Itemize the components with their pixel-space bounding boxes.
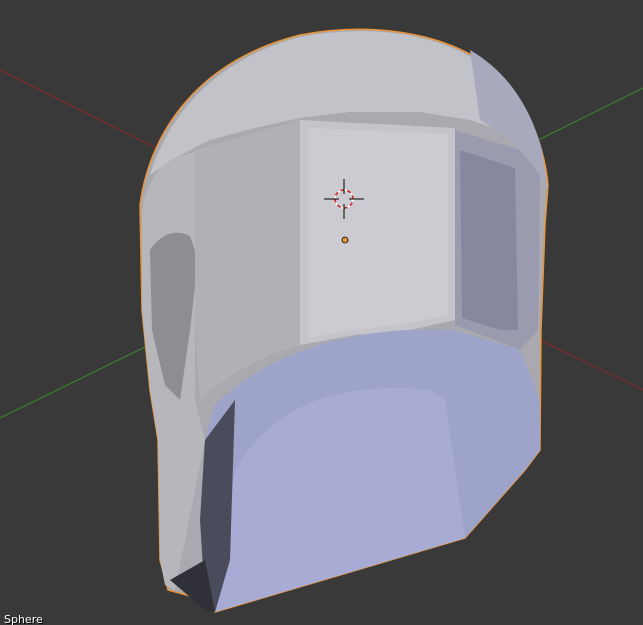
x-axis-line-right <box>539 339 643 391</box>
right-recess-dark <box>460 150 518 330</box>
front-panel-inner <box>308 128 448 338</box>
helmet-mesh[interactable] <box>139 28 549 613</box>
object-name-label: Sphere <box>4 613 43 625</box>
3d-viewport[interactable]: Sphere <box>0 0 643 625</box>
object-origin-icon <box>341 236 349 244</box>
viewport-scene[interactable] <box>0 0 643 625</box>
y-axis-line <box>0 346 146 419</box>
